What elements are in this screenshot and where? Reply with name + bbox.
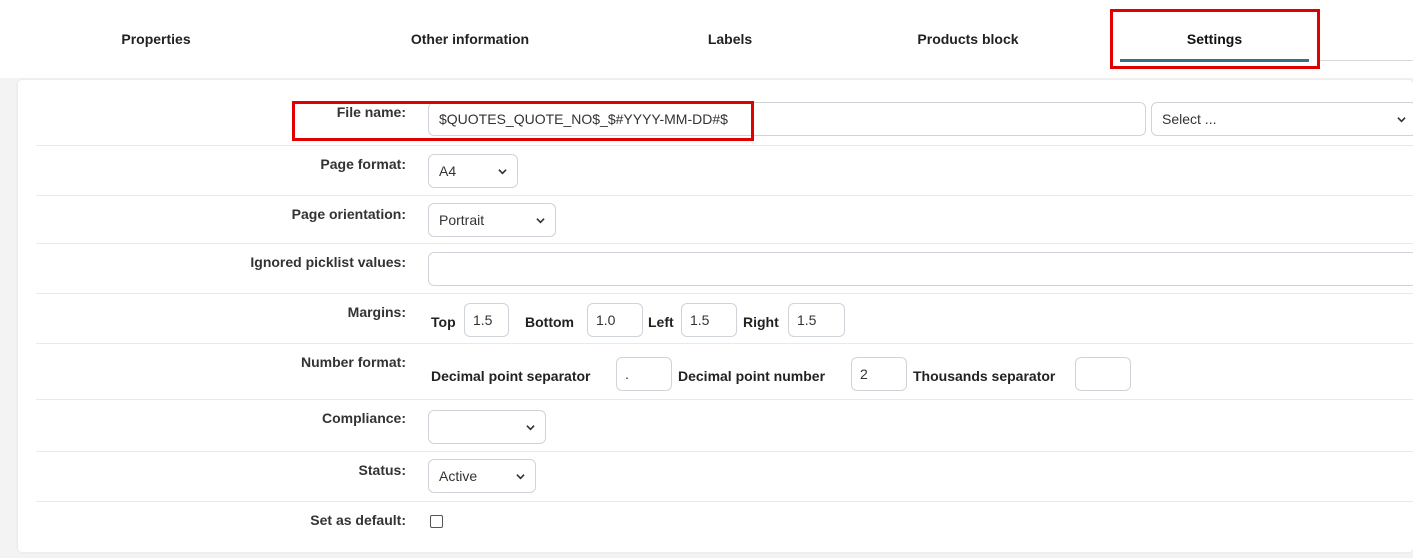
tab-label: Other information [410, 31, 530, 47]
margin-top-input[interactable]: 1.5 [464, 303, 509, 337]
row-file-name: File name: $QUOTES_QUOTE_NO$_$#YYYY-MM-D… [36, 94, 1413, 146]
margin-left-value: 1.5 [690, 312, 710, 328]
tab-label: Labels [707, 31, 753, 47]
decimal-number-value: 2 [860, 366, 868, 382]
row-page-format: Page format: A4 [36, 146, 1413, 196]
decimal-separator-input[interactable]: . [616, 357, 672, 391]
page-format-select[interactable]: A4 [428, 154, 518, 188]
tab-other-information[interactable]: Other information [370, 0, 570, 78]
tab-label: Settings [1186, 31, 1243, 47]
file-name-value: $QUOTES_QUOTE_NO$_$#YYYY-MM-DD#$ [439, 111, 728, 127]
page-orientation-value: Portrait [439, 212, 485, 228]
margin-bottom-label: Bottom [525, 314, 574, 330]
margin-right-input[interactable]: 1.5 [788, 303, 845, 337]
chevron-down-icon [526, 424, 535, 430]
tab-label: Properties [121, 31, 191, 47]
margin-bottom-input[interactable]: 1.0 [587, 303, 643, 337]
file-name-variable-select[interactable]: Select ... [1151, 102, 1413, 136]
row-ignored-picklist: Ignored picklist values: [36, 244, 1413, 294]
file-name-input[interactable]: $QUOTES_QUOTE_NO$_$#YYYY-MM-DD#$ [428, 102, 1146, 136]
thousands-separator-input[interactable] [1075, 357, 1131, 391]
margin-right-label: Right [743, 314, 779, 330]
margins-label: Margins: [347, 304, 406, 320]
ignored-picklist-label: Ignored picklist values: [250, 254, 406, 270]
tab-products-block[interactable]: Products block [868, 0, 1068, 78]
set-default-label: Set as default: [310, 512, 406, 528]
chevron-down-icon [536, 217, 545, 223]
status-label: Status: [358, 462, 406, 478]
margin-left-label: Left [648, 314, 674, 330]
ignored-picklist-input[interactable] [428, 252, 1413, 286]
status-select[interactable]: Active [428, 459, 536, 493]
thousands-separator-label: Thousands separator [913, 368, 1056, 384]
row-status: Status: Active [36, 452, 1413, 502]
row-number-format: Number format: Decimal point separator .… [36, 344, 1413, 400]
tab-labels[interactable]: Labels [650, 0, 810, 78]
row-compliance: Compliance: [36, 400, 1413, 452]
variable-select-value: Select ... [1162, 111, 1217, 127]
compliance-select[interactable] [428, 410, 546, 444]
chevron-down-icon [498, 168, 507, 174]
page-format-label: Page format: [320, 156, 406, 172]
row-set-default: Set as default: [36, 502, 1413, 544]
row-margins: Margins: Top 1.5 Bottom 1.0 Left 1.5 Rig… [36, 294, 1413, 344]
chevron-down-icon [516, 473, 525, 479]
tab-bar: Properties Other information Labels Prod… [0, 0, 1413, 78]
margin-top-label: Top [431, 314, 456, 330]
decimal-separator-label: Decimal point separator [431, 368, 591, 384]
settings-panel: File name: $QUOTES_QUOTE_NO$_$#YYYY-MM-D… [18, 80, 1413, 552]
margin-top-value: 1.5 [473, 312, 493, 328]
decimal-number-label: Decimal point number [678, 368, 826, 384]
decimal-number-input[interactable]: 2 [851, 357, 907, 391]
margin-right-value: 1.5 [797, 312, 817, 328]
page-orientation-label: Page orientation: [291, 206, 406, 222]
margin-bottom-value: 1.0 [596, 312, 616, 328]
number-format-label: Number format: [300, 354, 406, 370]
page-format-value: A4 [439, 163, 457, 179]
active-tab-underline [1120, 59, 1309, 62]
page-orientation-select[interactable]: Portrait [428, 203, 556, 237]
row-page-orientation: Page orientation: Portrait [36, 196, 1413, 244]
tab-label: Products block [917, 31, 1019, 47]
compliance-label: Compliance: [321, 410, 406, 426]
file-name-label: File name: [336, 104, 406, 120]
tab-settings[interactable]: Settings [1112, 0, 1317, 78]
tab-properties[interactable]: Properties [56, 0, 256, 78]
status-value: Active [439, 468, 478, 484]
chevron-down-icon [1397, 116, 1406, 122]
margin-left-input[interactable]: 1.5 [681, 303, 737, 337]
tab-divider [1320, 60, 1413, 61]
decimal-separator-value: . [625, 366, 629, 382]
set-default-checkbox[interactable] [430, 515, 443, 528]
